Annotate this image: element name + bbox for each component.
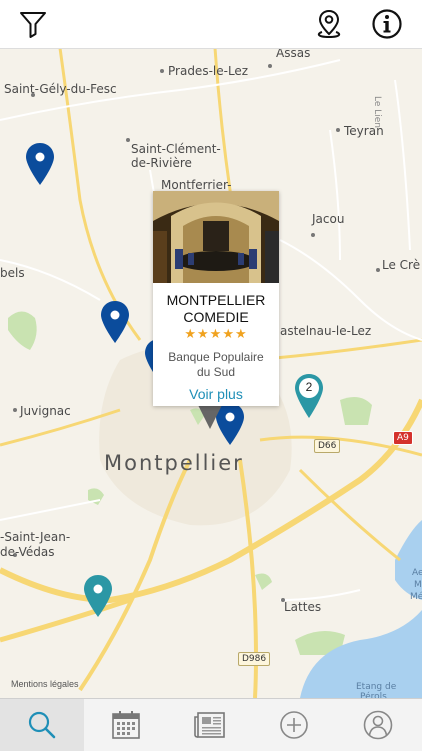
tab-search[interactable] xyxy=(0,699,84,751)
map-marker-icon xyxy=(84,575,112,617)
place-label: de-Védas xyxy=(0,545,55,559)
place-label: Le Crè xyxy=(382,258,421,272)
info-icon xyxy=(372,9,402,39)
search-icon xyxy=(28,711,56,739)
map-marker-icon xyxy=(101,301,129,343)
newspaper-icon xyxy=(194,712,225,738)
place-label: Juvignac xyxy=(20,404,71,418)
user-icon xyxy=(363,710,393,740)
road-shield-a9: A9 xyxy=(393,431,413,445)
place-label: Assas xyxy=(276,48,311,60)
tab-calendar[interactable] xyxy=(84,699,168,751)
calendar-icon xyxy=(112,711,140,739)
cluster-pin[interactable]: 2 xyxy=(293,373,325,424)
venue-photo xyxy=(153,191,279,283)
tab-news[interactable] xyxy=(168,699,252,751)
place-label: Pérols xyxy=(360,692,387,698)
place-label: Saint-Clément- xyxy=(131,142,221,156)
venue-bank-line2: du Sud xyxy=(196,365,236,379)
cluster-count: 2 xyxy=(305,380,313,394)
road-shield-d986: D986 xyxy=(238,652,271,666)
star-rating: ★★★★★ xyxy=(184,326,248,341)
map-pin[interactable] xyxy=(24,142,56,191)
location-pin-icon xyxy=(317,9,341,39)
tab-bar xyxy=(0,698,422,751)
place-label: Prades-le-Lez xyxy=(168,64,249,78)
road-shield-d66: D66 xyxy=(314,439,341,453)
place-label: Teyran xyxy=(344,124,384,138)
place-label: Lattes xyxy=(284,600,322,614)
venue-title-line1: MONTPELLIER xyxy=(166,292,266,308)
map-pin[interactable] xyxy=(82,574,114,623)
place-label: bels xyxy=(0,266,25,280)
tab-add[interactable] xyxy=(252,699,336,751)
map-pin[interactable] xyxy=(99,300,131,349)
venue-title-line2: COMEDIE xyxy=(183,309,249,325)
popup-pointer xyxy=(198,405,222,429)
place-label: Saint-Gély-du-Fesc xyxy=(4,82,117,96)
see-more-link[interactable]: Voir plus xyxy=(153,386,279,402)
add-circle-icon xyxy=(280,711,308,739)
legal-mentions-link[interactable]: Mentions légales xyxy=(11,679,79,689)
place-label: Mé xyxy=(410,592,422,602)
venue-bank-line1: Banque Populaire xyxy=(168,350,264,364)
filter-icon xyxy=(20,12,46,38)
tab-profile[interactable] xyxy=(336,699,420,751)
city-label: Montpellier xyxy=(104,451,244,475)
top-bar xyxy=(0,0,422,49)
filter-button[interactable] xyxy=(15,6,51,42)
map-marker-icon xyxy=(26,143,54,185)
place-label: de-Rivière xyxy=(131,156,192,170)
location-button[interactable] xyxy=(311,6,347,42)
place-label: Jacou xyxy=(312,212,345,226)
place-label: astelnau-le-Lez xyxy=(280,324,372,338)
venue-popup[interactable]: MONTPELLIER COMEDIE ★★★★★ Banque Populai… xyxy=(153,191,279,406)
place-label: -Saint-Jean- xyxy=(0,530,71,544)
info-button[interactable] xyxy=(369,6,405,42)
